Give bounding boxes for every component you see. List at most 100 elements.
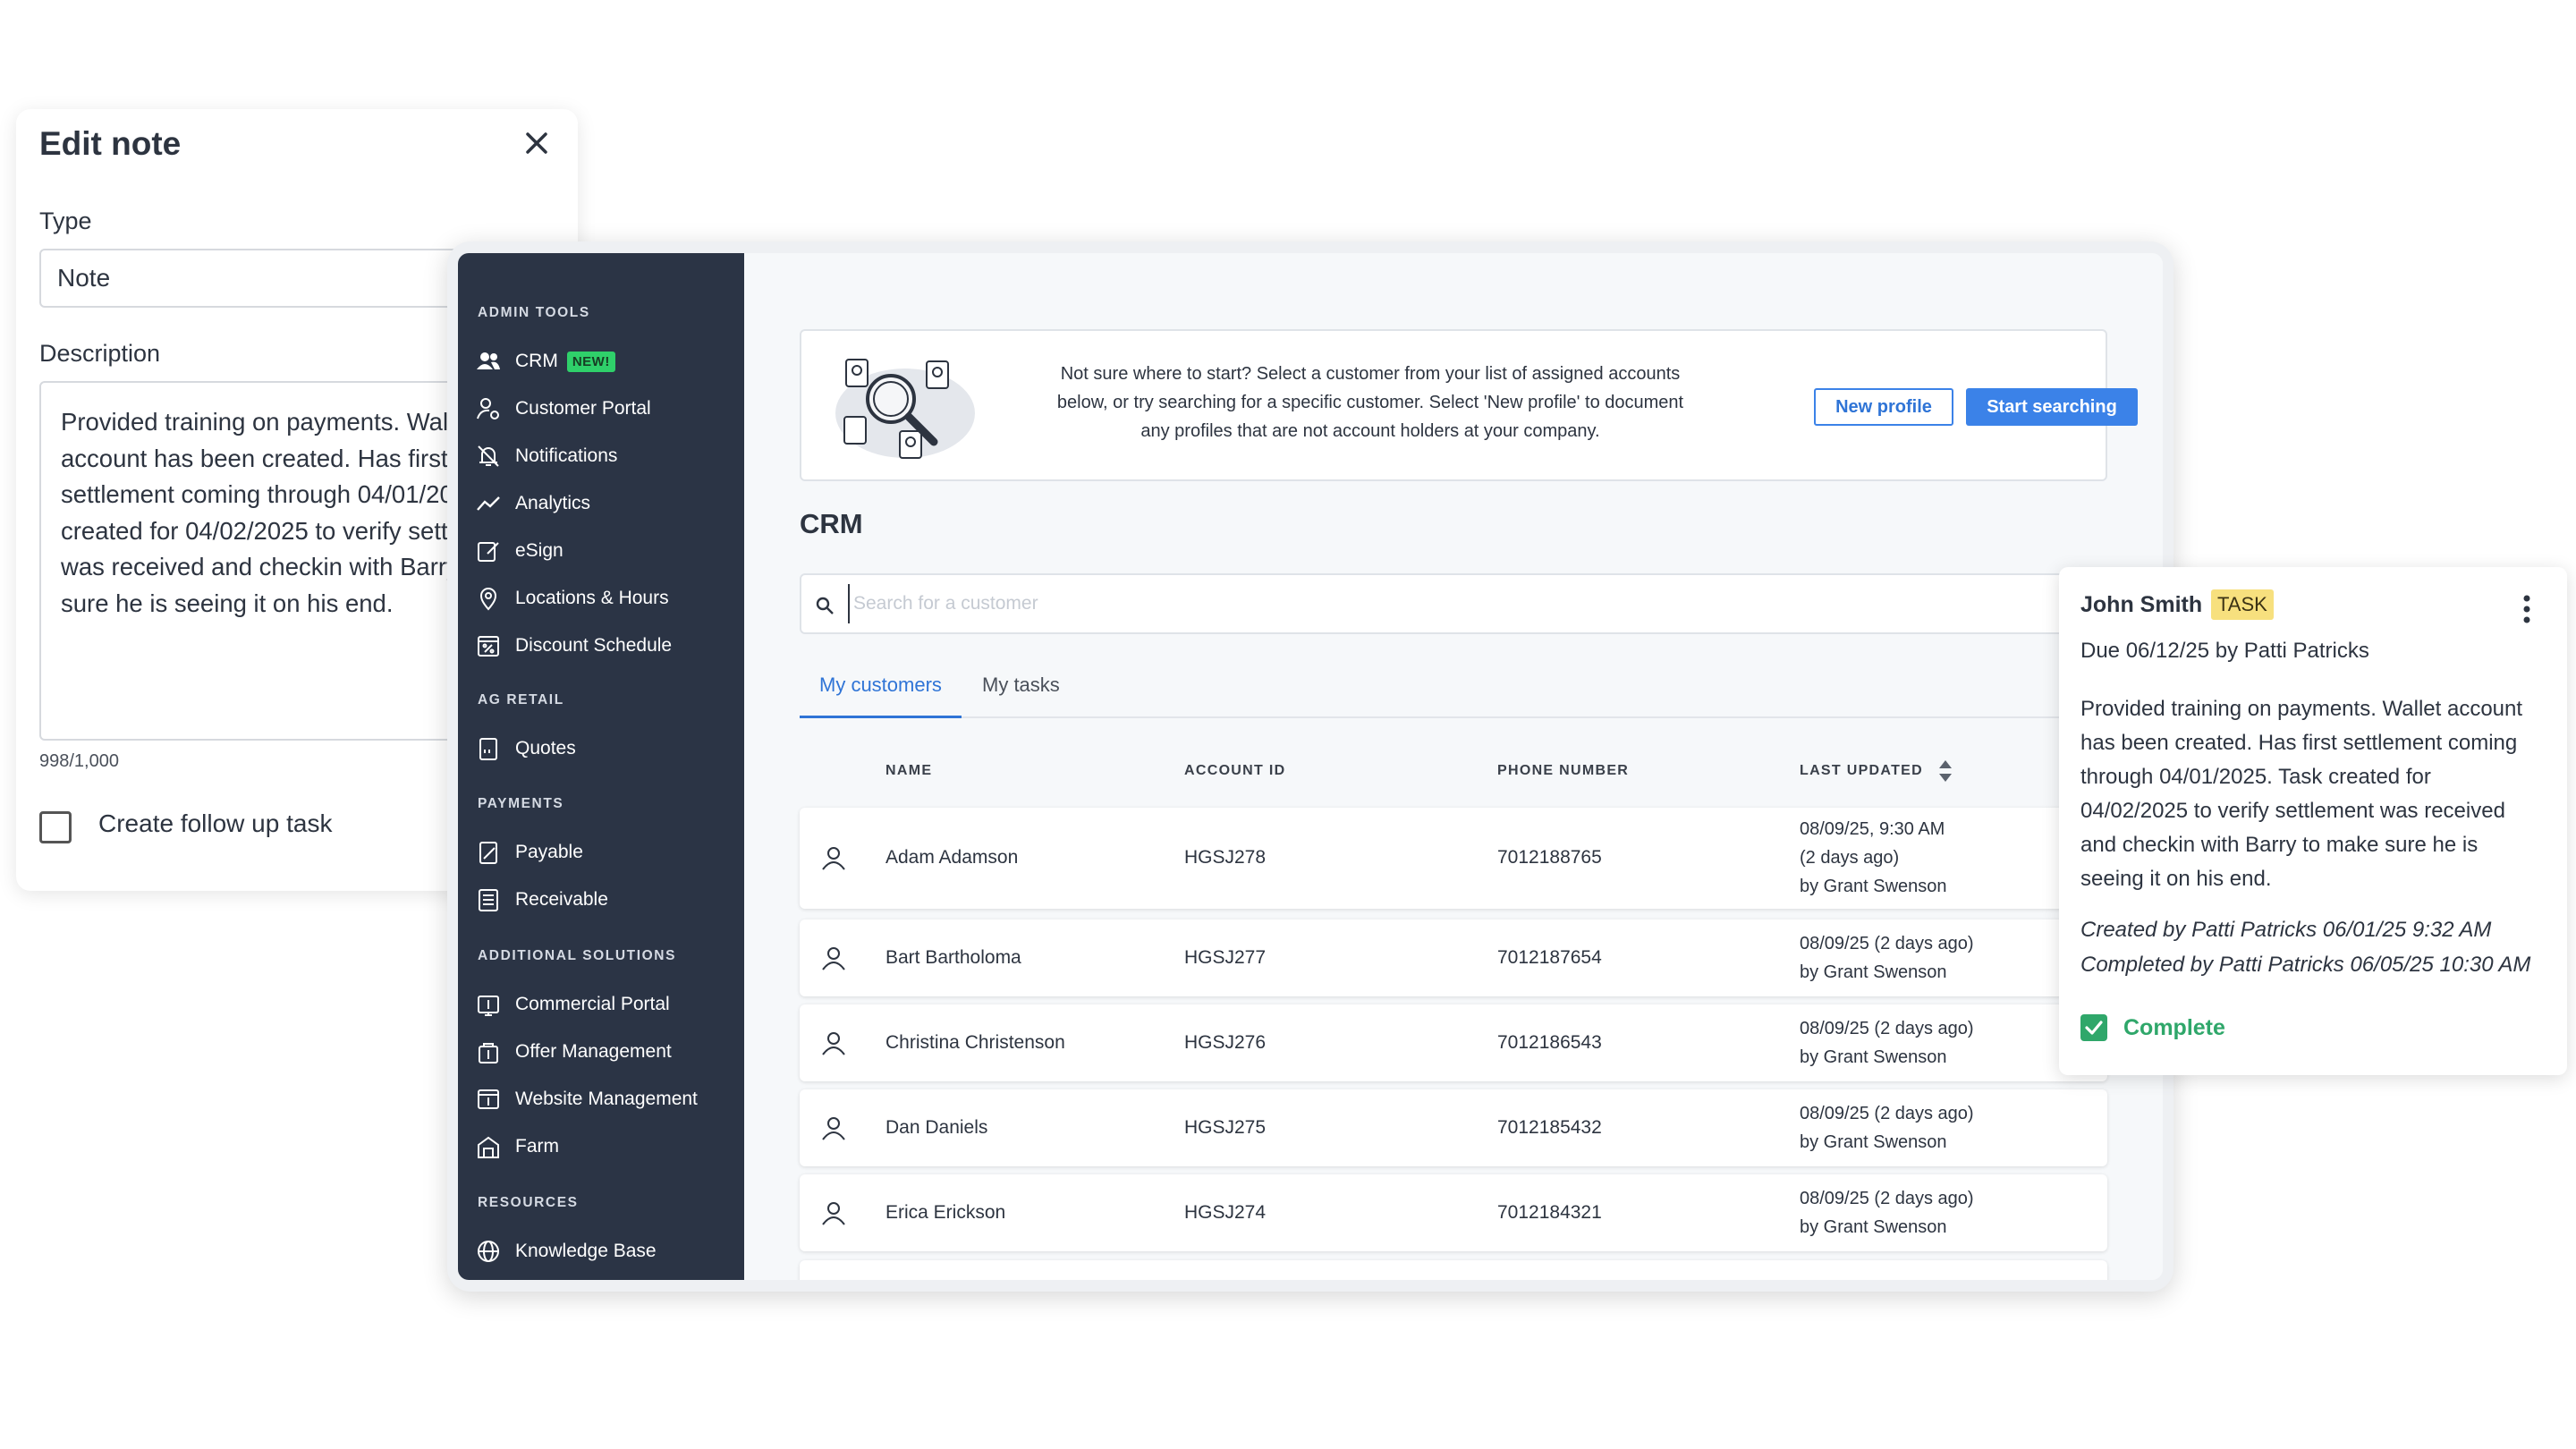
sidebar-heading-ag-retail: AG RETAIL xyxy=(478,692,564,708)
close-icon[interactable] xyxy=(519,125,555,161)
sidebar-item-crm[interactable]: CRM NEW! xyxy=(474,343,615,379)
column-header-account-id: ACCOUNT ID xyxy=(1184,763,1286,778)
table-row[interactable]: Adam Adamson HGSJ278 7012188765 08/09/25… xyxy=(800,808,2107,909)
sidebar-heading-payments: PAYMENTS xyxy=(478,796,564,811)
new-badge: NEW! xyxy=(566,351,615,372)
users-icon xyxy=(474,347,503,376)
sidebar-item-label: Website Management xyxy=(515,1089,698,1109)
sidebar-item-customer-portal[interactable]: Customer Portal xyxy=(474,391,651,427)
sidebar-item-label: Notifications xyxy=(515,445,618,466)
banner-text-line: any profiles that are not account holder… xyxy=(1140,421,1600,441)
sidebar-item-label: Payable xyxy=(515,842,583,862)
sidebar-item-analytics[interactable]: Analytics xyxy=(474,486,590,521)
cell-last-updated: 08/09/25 (2 days ago) by Grant Swenson xyxy=(1800,1099,1974,1157)
sidebar-heading-additional-solutions: ADDITIONAL SOLUTIONS xyxy=(478,948,677,963)
sidebar-item-farm[interactable]: Farm xyxy=(474,1129,559,1165)
sidebar-item-label: Receivable xyxy=(515,889,608,910)
cell-last-updated: 08/09/25 (2 days ago) by Grant Swenson xyxy=(1800,1184,1974,1241)
bell-icon xyxy=(474,442,503,470)
table-row[interactable] xyxy=(800,1260,2107,1280)
task-description-line: through 04/01/2025. Task created for xyxy=(2080,765,2431,789)
payable-document-icon xyxy=(474,838,503,867)
column-header-name: NAME xyxy=(886,763,933,778)
description-label: Description xyxy=(39,340,161,367)
last-updated-line: by Grant Swenson xyxy=(1800,877,1947,896)
tab-my-customers[interactable]: My customers xyxy=(800,674,962,718)
more-options-icon[interactable] xyxy=(2513,592,2540,626)
sidebar-item-knowledge-base[interactable]: Knowledge Base xyxy=(474,1233,657,1269)
last-updated-line: 08/09/25 (2 days ago) xyxy=(1800,1104,1974,1123)
edit-document-icon xyxy=(474,537,503,565)
map-pin-icon xyxy=(474,584,503,613)
task-due-date: Due 06/12/25 by Patti Patricks xyxy=(2080,639,2369,663)
table-row[interactable]: Dan Daniels HGSJ275 7012185432 08/09/25 … xyxy=(800,1089,2107,1166)
cell-account-id: HGSJ275 xyxy=(1184,1117,1267,1138)
task-description-line: Provided training on payments. Wallet ac… xyxy=(2080,697,2523,721)
sidebar-item-label: Analytics xyxy=(515,493,591,513)
column-header-phone-number: PHONE NUMBER xyxy=(1497,763,1630,778)
sidebar-item-quotes[interactable]: Quotes xyxy=(474,731,576,767)
banner-text: Not sure where to start? Select a custom… xyxy=(1036,360,1705,445)
sidebar-item-discount-schedule[interactable]: Discount Schedule xyxy=(474,628,672,664)
search-box xyxy=(800,573,2123,634)
website-icon xyxy=(474,1085,503,1114)
complete-checkbox[interactable] xyxy=(2080,1014,2107,1041)
user-icon xyxy=(822,947,845,970)
user-icon xyxy=(822,1202,845,1225)
last-updated-line: by Grant Swenson xyxy=(1800,1217,1947,1237)
sidebar-item-label: Farm xyxy=(515,1136,559,1157)
sidebar-item-locations-hours[interactable]: Locations & Hours xyxy=(474,580,669,616)
last-updated-line: by Grant Swenson xyxy=(1800,1047,1947,1067)
cell-name: Adam Adamson xyxy=(886,847,1019,868)
task-description-line: has been created. Has first settlement c… xyxy=(2080,731,2518,755)
table-row[interactable]: Christina Christenson HGSJ276 7012186543… xyxy=(800,1004,2107,1081)
banner-text-line: Not sure where to start? Select a custom… xyxy=(1060,364,1681,384)
user-icon xyxy=(822,847,845,870)
column-header-last-updated[interactable]: LAST UPDATED xyxy=(1800,763,1923,779)
cell-last-updated: 08/09/25, 9:30 AM (2 days ago) by Grant … xyxy=(1800,815,1947,901)
globe-icon xyxy=(474,1237,503,1266)
task-description-line: 04/02/2025 to verify settlement was rece… xyxy=(2080,799,2505,823)
cell-phone: 7012188765 xyxy=(1497,847,1602,868)
search-input[interactable] xyxy=(848,584,2100,623)
sort-icon[interactable] xyxy=(1936,758,1955,784)
cell-last-updated: 08/09/25 (2 days ago) by Grant Swenson xyxy=(1800,929,1974,987)
table-row[interactable]: Bart Bartholoma HGSJ277 7012187654 08/09… xyxy=(800,919,2107,996)
type-label: Type xyxy=(39,208,92,234)
follow-up-label[interactable]: Create follow up task xyxy=(98,809,332,838)
task-badge: TASK xyxy=(2211,589,2274,620)
crm-tabs: My customers My tasks xyxy=(800,674,2123,718)
cell-phone: 7012185432 xyxy=(1497,1117,1602,1138)
sidebar-item-label: Discount Schedule xyxy=(515,635,673,656)
new-profile-button[interactable]: New profile xyxy=(1814,388,1953,426)
table-row[interactable]: Erica Erickson HGSJ274 7012184321 08/09/… xyxy=(800,1174,2107,1251)
character-count: 998/1,000 xyxy=(39,751,119,771)
start-searching-button[interactable]: Start searching xyxy=(1966,388,2138,426)
sidebar-item-receivable[interactable]: Receivable xyxy=(474,882,608,918)
receipt-icon xyxy=(474,886,503,914)
crm-main: Not sure where to start? Select a custom… xyxy=(744,253,2163,1280)
sidebar-item-offer-management[interactable]: Offer Management xyxy=(474,1034,672,1070)
sidebar-heading-resources: RESOURCES xyxy=(478,1195,579,1210)
last-updated-line: 08/09/25, 9:30 AM xyxy=(1800,819,1945,839)
sidebar: ADMIN TOOLS CRM NEW! Customer Portal Not… xyxy=(458,253,744,1280)
sidebar-item-label: Quotes xyxy=(515,738,576,758)
sidebar-item-payable[interactable]: Payable xyxy=(474,835,583,870)
getting-started-banner: Not sure where to start? Select a custom… xyxy=(800,329,2138,481)
cell-name: Christina Christenson xyxy=(886,1032,1065,1053)
follow-up-checkbox[interactable] xyxy=(39,811,72,843)
sidebar-item-notifications[interactable]: Notifications xyxy=(474,438,617,474)
last-updated-line: (2 days ago) xyxy=(1800,848,1900,868)
sidebar-heading-admin-tools: ADMIN TOOLS xyxy=(478,305,590,320)
tab-my-tasks[interactable]: My tasks xyxy=(982,674,1060,718)
task-detail-card: John Smith TASK Due 06/12/25 by Patti Pa… xyxy=(2059,567,2567,1075)
sidebar-item-label: Locations & Hours xyxy=(515,588,669,608)
user-cog-icon xyxy=(474,394,503,423)
sidebar-item-label: Customer Portal xyxy=(515,398,651,419)
sidebar-item-esign[interactable]: eSign xyxy=(474,533,564,569)
cell-name: Dan Daniels xyxy=(886,1117,988,1138)
barn-icon xyxy=(474,1132,503,1161)
complete-status-label[interactable]: Complete xyxy=(2123,1015,2225,1041)
sidebar-item-website-management[interactable]: Website Management xyxy=(474,1081,698,1117)
sidebar-item-commercial-portal[interactable]: Commercial Portal xyxy=(474,987,670,1022)
